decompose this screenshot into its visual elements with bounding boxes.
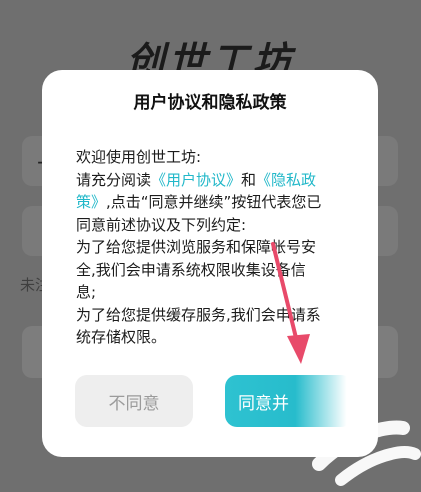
body-line-storage: 统存储权限。 (76, 328, 167, 346)
disagree-button[interactable]: 不同意 (75, 375, 193, 427)
body-line-permission: 全,我们会申请系统权限收集设备信 (76, 260, 306, 279)
user-agreement-link[interactable]: 《用户协议》 (151, 171, 241, 189)
privacy-policy-link[interactable]: 《隐私政 (256, 171, 316, 189)
body-line-cache: 为了给您提供缓存服务,我们会申请系 (76, 305, 321, 324)
read-prefix: 请充分阅读 (76, 170, 152, 189)
body-line-welcome: 欢迎使用创世工坊: (76, 148, 202, 166)
and-text: 和 (241, 170, 257, 189)
click-text: ,点击“同意并继续”按钮代表您已 (106, 193, 322, 211)
dialog-title: 用户协议和隐私政策 (133, 93, 287, 113)
body-line-read: 请充分阅读《用户协议》和《隐私政 (76, 169, 358, 192)
privacy-policy-link-cont[interactable]: 策》 (76, 193, 106, 211)
body-line-click: 策》,点击“同意并继续”按钮代表您已 (76, 191, 358, 214)
dialog-body: 欢迎使用创世工坊: 请充分阅读《用户协议》和《隐私政 策》,点击“同意并继续”按… (76, 146, 358, 349)
body-line-info: 息; (76, 283, 97, 301)
watermark-brush-icon (312, 420, 421, 486)
privacy-dialog: 用户协议和隐私政策 欢迎使用创世工坊: 请充分阅读《用户协议》和《隐私政 策》,… (42, 70, 378, 457)
body-line-browse: 为了给您提供浏览服务和保障帐号安 (76, 238, 317, 256)
body-line-consent: 同意前述协议及下列约定: (76, 215, 247, 234)
